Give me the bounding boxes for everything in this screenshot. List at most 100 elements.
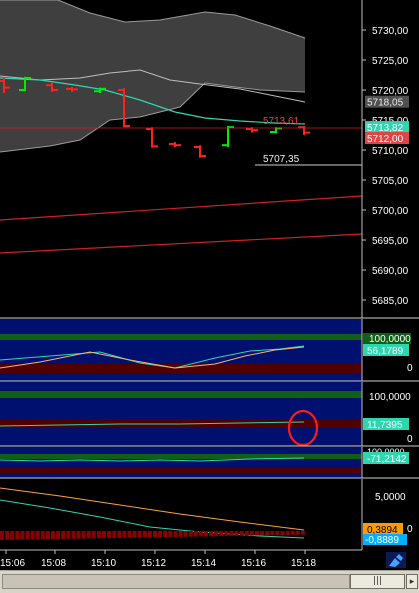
histogram-bar	[163, 531, 168, 538]
price-marker-label: 5718,05	[367, 98, 404, 109]
price-tick-label: 5690,00	[372, 266, 409, 277]
histogram-bar	[204, 531, 208, 537]
histogram-marker-blue: -0,8889	[365, 535, 399, 546]
histogram-bar	[295, 531, 300, 535]
histogram-bar	[255, 531, 259, 536]
oscillator-panel-1: 100,0000 56,1789 0	[0, 319, 419, 381]
time-tick-label: 15:12	[141, 558, 166, 569]
histogram-bar	[234, 531, 239, 536]
histogram-bar	[270, 531, 275, 536]
annotation-last-price: 5713,61	[263, 116, 300, 127]
oscillator-1-overbought-zone	[0, 334, 362, 340]
chart-nav-icon[interactable]	[386, 552, 406, 568]
price-panel: 5713,61 5707,35	[0, 0, 363, 318]
oscillator-panel-2: 100,0000 11,7395 0	[0, 382, 419, 447]
oscillator-3-zone-2	[0, 468, 362, 473]
histogram-bar	[239, 531, 244, 536]
time-tick-label: 15:16	[241, 558, 266, 569]
chart-canvas[interactable]: 5713,61 5707,35 5730,005725,005720,00571…	[0, 0, 419, 570]
histogram-panel: 5,0000 0 0,3894 -0,8889	[0, 479, 419, 550]
histogram-bar	[76, 531, 81, 539]
histogram-bar	[71, 531, 76, 539]
histogram-bar	[300, 531, 305, 535]
histogram-bar	[260, 531, 265, 536]
histogram-bar	[35, 531, 40, 540]
histogram-bar	[40, 531, 45, 540]
oscillator-panel-3: -100,0000 -71,2142	[0, 447, 419, 478]
histogram-bar	[127, 531, 132, 538]
histogram-bar	[224, 531, 229, 537]
histogram-bar	[122, 531, 127, 538]
time-tick-label: 15:14	[191, 558, 216, 569]
oscillator-2-tick-label: 100,0000	[369, 392, 411, 403]
histogram-bar	[66, 531, 71, 539]
histogram-bar	[188, 531, 193, 537]
time-tick-label: 15:08	[41, 558, 66, 569]
histogram-bar	[214, 531, 219, 537]
horizontal-scrollbar[interactable]: ||| ▸	[0, 570, 419, 593]
histogram-bar	[112, 531, 117, 539]
histogram-bar	[51, 531, 55, 540]
scroll-track[interactable]	[2, 574, 350, 589]
histogram-bar	[209, 531, 214, 537]
histogram-bar	[229, 531, 234, 536]
price-tick-label: 5695,00	[372, 236, 409, 247]
oscillator-1-marker-label: 56,1789	[367, 346, 404, 357]
price-tick-label: 5700,00	[372, 206, 409, 217]
oscillator-1-tick-label: 100,0000	[369, 334, 411, 345]
annotation-low-price: 5707,35	[263, 154, 300, 165]
histogram-bar	[15, 531, 20, 540]
price-tick-label: 5730,00	[372, 26, 409, 37]
price-tick-label: 5685,00	[372, 296, 409, 307]
scroll-thumb[interactable]: |||	[350, 574, 405, 589]
histogram-bar	[275, 531, 280, 536]
histogram-bar	[61, 531, 66, 539]
histogram-bar	[0, 531, 4, 540]
scroll-right-button[interactable]: ▸	[406, 574, 418, 589]
histogram-bar	[290, 531, 295, 535]
histogram-bar	[168, 531, 173, 538]
histogram-bar	[56, 531, 61, 540]
histogram-bar	[178, 531, 183, 537]
histogram-bar	[285, 531, 290, 535]
time-tick-label: 15:10	[91, 558, 116, 569]
histogram-bar	[158, 531, 163, 538]
histogram-bar	[91, 531, 96, 539]
oscillator-2-marker-label: 11,7395	[367, 420, 403, 431]
price-tick-label: 5705,00	[372, 176, 409, 187]
histogram-bar	[173, 531, 178, 537]
histogram-zero-label: 0	[407, 524, 413, 535]
time-tick-label: 15:18	[291, 558, 316, 569]
time-axis: 15:06 15:08 15:10 15:12 15:14 15:16 15:18	[0, 549, 419, 570]
price-marker-label: 5712,00	[367, 134, 404, 145]
oscillator-3-zone	[0, 454, 362, 459]
histogram-bar	[117, 531, 122, 538]
histogram-bar	[107, 531, 112, 539]
oscillator-3-marker-label: -71,2142	[367, 454, 407, 465]
histogram-bar	[153, 531, 157, 538]
oscillator-1-oversold-zone	[0, 364, 362, 373]
price-axis: 5730,005725,005720,005715,005710,005705,…	[361, 0, 419, 318]
histogram-bar	[183, 531, 188, 537]
histogram-bar	[280, 531, 285, 536]
histogram-bar	[20, 531, 25, 540]
time-tick-label: 15:06	[0, 558, 25, 569]
price-tick-label: 5725,00	[372, 56, 409, 67]
histogram-bar	[86, 531, 91, 539]
histogram-bar	[132, 531, 137, 538]
histogram-bar	[96, 531, 101, 539]
histogram-bar	[219, 531, 224, 537]
histogram-bar	[102, 531, 106, 539]
histogram-bar	[147, 531, 152, 538]
histogram-bar	[45, 531, 50, 540]
oscillator-2-zero-label: 0	[407, 434, 413, 445]
histogram-bar	[193, 531, 198, 537]
oscillator-2-overbought-zone	[0, 391, 362, 398]
histogram-bar	[30, 531, 35, 540]
histogram-bar	[265, 531, 270, 536]
oscillator-3-background	[0, 447, 362, 478]
price-tick-label: 5720,00	[372, 86, 409, 97]
histogram-bar	[25, 531, 30, 540]
histogram-bar	[81, 531, 86, 539]
trading-chart-window: 5713,61 5707,35 5730,00 5725,00 5720,00 571…	[0, 0, 419, 593]
